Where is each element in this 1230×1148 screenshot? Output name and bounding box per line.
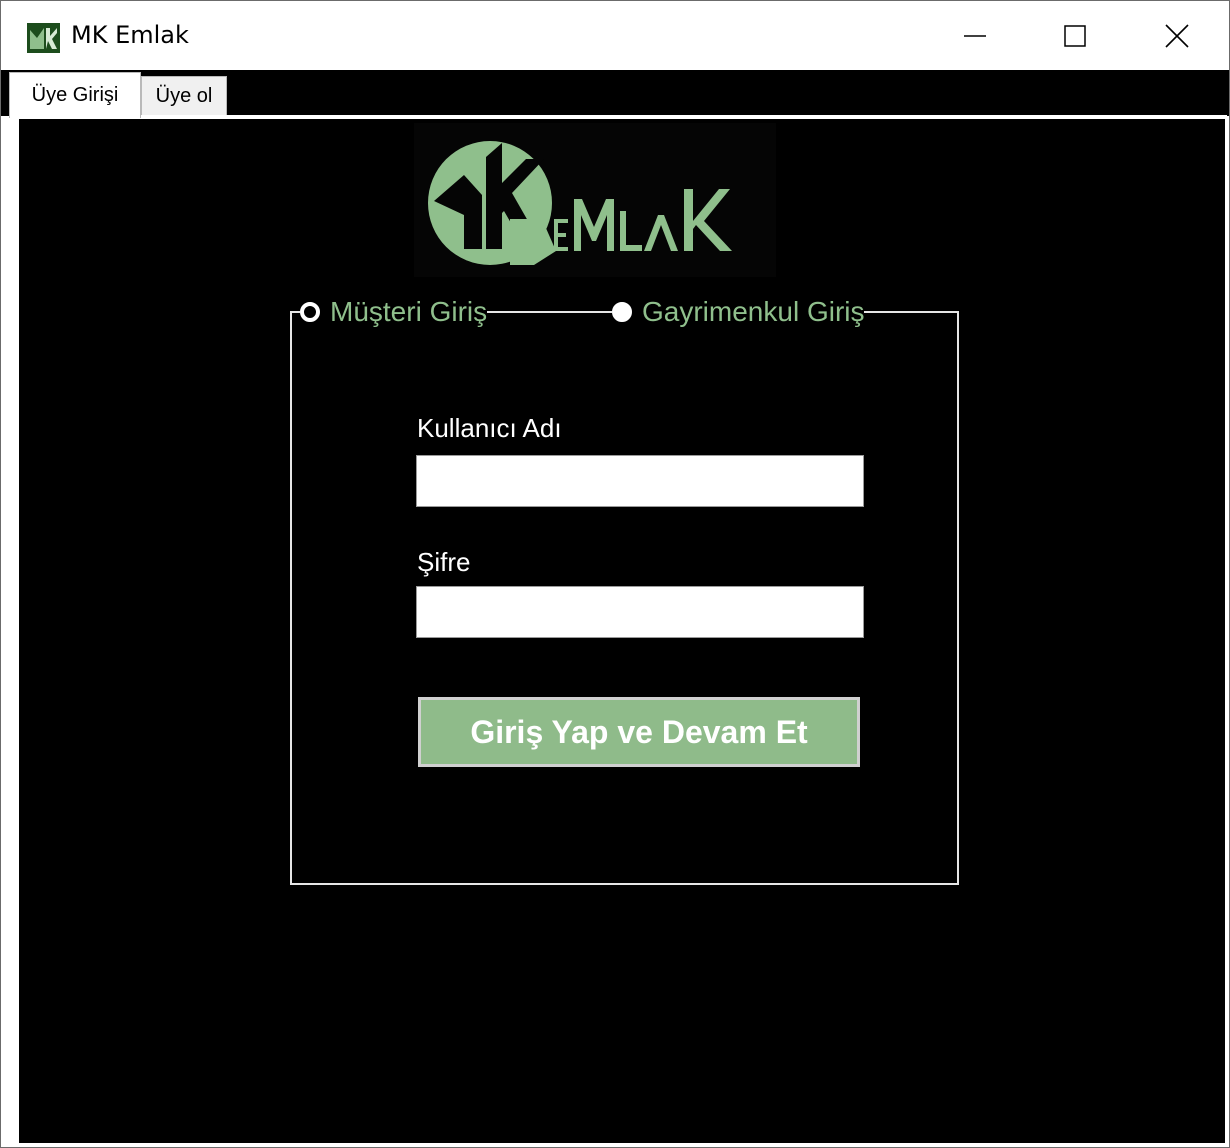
username-label: Kullanıcı Adı bbox=[417, 413, 562, 443]
radio-musteri-label: Müşteri Giriş bbox=[330, 296, 488, 327]
login-panel: Müşteri Giriş Gayrimenkul Giriş Kullanıc… bbox=[19, 119, 1225, 1143]
radio-gayrimenkul-giris[interactable]: Gayrimenkul Giriş bbox=[612, 296, 865, 328]
minimize-icon bbox=[964, 34, 986, 37]
username-input[interactable] bbox=[416, 455, 864, 507]
tab-page-login: Müşteri Giriş Gayrimenkul Giriş Kullanıc… bbox=[9, 115, 1227, 1145]
maximize-button[interactable] bbox=[1025, 1, 1125, 70]
password-label: Şifre bbox=[417, 547, 471, 577]
logo-icon bbox=[428, 141, 732, 265]
radio-selected-icon[interactable] bbox=[612, 302, 632, 322]
radio-musteri-giris[interactable]: Müşteri Giriş bbox=[300, 296, 488, 328]
app-icon bbox=[27, 23, 60, 53]
maximize-icon bbox=[1064, 24, 1086, 47]
login-continue-button[interactable]: Giriş Yap ve Devam Et bbox=[418, 697, 860, 767]
window-title: MK Emlak bbox=[71, 21, 189, 49]
tab-strip: Üye Girişi Üye ol bbox=[1, 70, 1229, 118]
radio-gayrimenkul-label: Gayrimenkul Giriş bbox=[642, 296, 865, 327]
radio-unselected-icon[interactable] bbox=[300, 302, 320, 322]
password-input[interactable] bbox=[416, 586, 864, 638]
app-window: MK Emlak Üye Girişi Üye ol Müşteri Giriş… bbox=[0, 0, 1230, 1148]
minimize-button[interactable] bbox=[925, 1, 1025, 70]
tab-uye-ol[interactable]: Üye ol bbox=[141, 76, 227, 116]
title-bar[interactable]: MK Emlak bbox=[1, 1, 1229, 70]
tab-uye-girisi[interactable]: Üye Girişi bbox=[9, 72, 141, 118]
close-icon bbox=[1165, 23, 1189, 48]
close-button[interactable] bbox=[1127, 1, 1227, 70]
mk-emlak-logo bbox=[414, 123, 776, 277]
